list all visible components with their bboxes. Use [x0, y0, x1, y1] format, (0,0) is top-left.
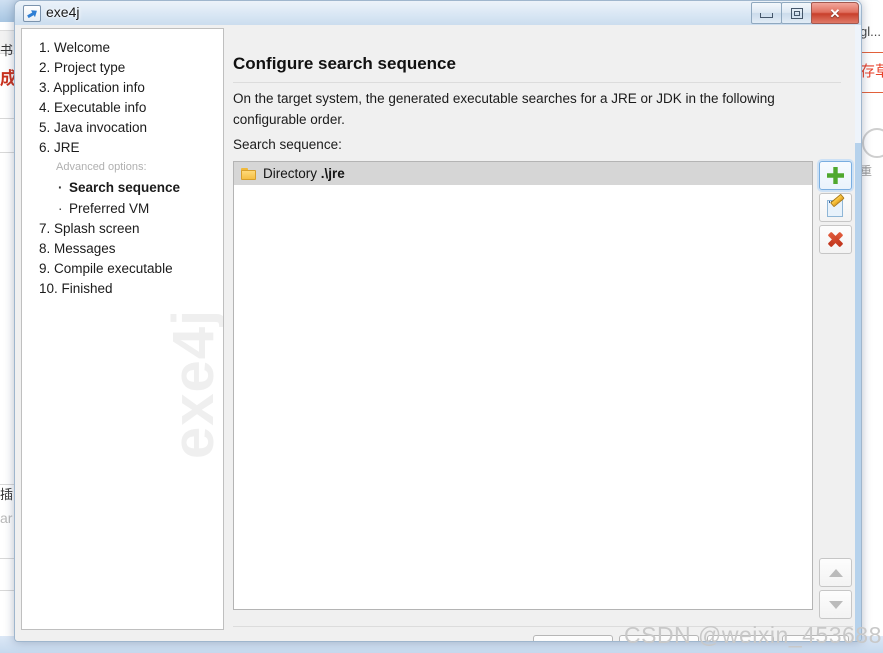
page-description: On the target system, the generated exec…	[233, 91, 775, 127]
vertical-scrollbar[interactable]	[855, 25, 861, 641]
edit-button[interactable]	[819, 193, 852, 222]
list-move-buttons	[819, 558, 853, 622]
sidebar-item-label: Preferred VM	[69, 201, 150, 216]
move-up-button[interactable]	[819, 558, 852, 587]
sidebar-item-java-invocation[interactable]: 5. Java invocation	[39, 118, 219, 138]
red-x-delete-icon	[827, 231, 844, 248]
sidebar-item-compile-executable[interactable]: 9. Compile executable	[39, 259, 219, 279]
csdn-watermark: CSDN @weixin_45368812	[624, 622, 883, 648]
wizard-page-content: Configure search sequence On the target …	[222, 25, 861, 641]
back-button[interactable]: 上一步	[533, 635, 613, 641]
search-sequence-label: Search sequence:	[233, 137, 342, 152]
folder-icon	[241, 167, 256, 180]
background-right-text: gl...	[860, 24, 881, 39]
close-button[interactable]: ✕	[811, 2, 859, 24]
plus-icon	[827, 167, 844, 184]
chevron-up-icon	[828, 568, 843, 577]
restore-button[interactable]	[781, 2, 812, 24]
exe4j-watermark: exe4j	[161, 308, 224, 459]
title-separator	[233, 82, 841, 83]
add-button[interactable]	[819, 161, 852, 190]
search-sequence-list[interactable]: Directory .\jre	[233, 161, 813, 610]
minimize-button[interactable]	[751, 2, 782, 24]
sidebar-advanced-options-label: Advanced options:	[56, 161, 147, 173]
sidebar-item-jre[interactable]: 6. JRE	[39, 138, 219, 158]
list-item-prefix: Directory	[263, 166, 321, 181]
sidebar-item-label: Search sequence	[69, 180, 181, 195]
sidebar-item-executable-info[interactable]: 4. Executable info	[39, 98, 219, 118]
sidebar-item-project-type[interactable]: 2. Project type	[39, 58, 219, 78]
sidebar-item-messages[interactable]: 8. Messages	[39, 239, 219, 259]
list-item[interactable]: Directory .\jre	[234, 162, 812, 185]
sidebar-item-application-info[interactable]: 3. Application info	[39, 78, 219, 98]
list-action-buttons	[819, 161, 853, 257]
chevron-down-icon	[828, 600, 843, 609]
exe4j-app-icon	[23, 5, 41, 22]
sidebar-item-preferred-vm[interactable]: · Preferred VM	[39, 198, 219, 219]
pencil-edit-icon	[826, 193, 845, 217]
title-bar[interactable]: exe4j ✕	[15, 1, 861, 26]
dialog-body: 1. Welcome 2. Project type 3. Applicatio…	[15, 25, 861, 641]
bullet-icon: ·	[58, 180, 63, 195]
wizard-step-sidebar: 1. Welcome 2. Project type 3. Applicatio…	[21, 28, 224, 630]
close-icon: ✕	[829, 5, 841, 21]
sidebar-item-search-sequence[interactable]: · Search sequence	[39, 177, 219, 198]
bullet-icon: ·	[58, 201, 63, 216]
scrollbar-thumb[interactable]	[855, 143, 861, 641]
sidebar-item-welcome[interactable]: 1. Welcome	[39, 38, 219, 58]
list-item-label: Directory .\jre	[263, 166, 345, 181]
step-list: 1. Welcome 2. Project type 3. Applicatio…	[39, 38, 219, 299]
back-button-label: 上一步	[559, 639, 600, 641]
page-title: Configure search sequence	[233, 54, 456, 73]
list-item-value: .\jre	[320, 166, 345, 181]
background-right-text: 存草	[860, 63, 883, 80]
window-controls: ✕	[751, 2, 859, 24]
move-down-button[interactable]	[819, 590, 852, 619]
remove-button[interactable]	[819, 225, 852, 254]
sidebar-item-finished[interactable]: 10. Finished	[39, 279, 219, 299]
sidebar-item-splash-screen[interactable]: 7. Splash screen	[39, 219, 219, 239]
exe4j-wizard-dialog: exe4j ✕ 1. Welcome 2. Project type 3. Ap…	[14, 0, 862, 642]
window-title: exe4j	[46, 4, 80, 20]
